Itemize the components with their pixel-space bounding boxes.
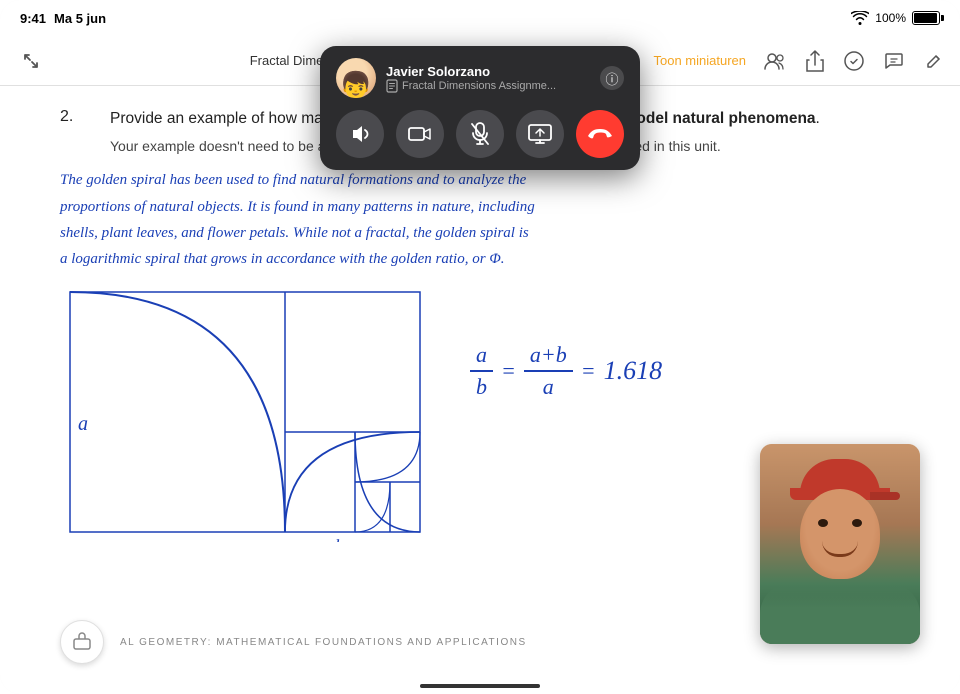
caller-info: Javier Solorzano Fractal Dimensions Assi… [386, 64, 590, 93]
golden-ratio-formula: a b = a+b a = 1.618 [470, 342, 900, 400]
speaker-button[interactable] [336, 110, 384, 158]
formula-area: a b = a+b a = 1.618 [470, 282, 900, 400]
edit-icon[interactable] [844, 51, 864, 71]
label-a-bottom: a [168, 536, 177, 542]
end-call-button[interactable] [576, 110, 624, 158]
self-camera [760, 444, 920, 644]
wifi-icon [851, 11, 869, 25]
handwritten-text: The golden spiral has been used to find … [60, 167, 900, 272]
date: Ma 5 jun [54, 11, 106, 26]
label-b-bottom: b [335, 536, 344, 542]
facetime-header: Javier Solorzano Fractal Dimensions Assi… [336, 58, 624, 98]
toolbar-left [16, 46, 46, 76]
battery-icon [912, 11, 940, 25]
mute-button[interactable] [456, 110, 504, 158]
home-indicator [420, 684, 540, 688]
footer-text: AL GEOMETRY: MATHEMATICAL FOUNDATIONS AN… [120, 637, 527, 648]
time: 9:41 [20, 11, 46, 26]
fibonacci-spiral: a a b [60, 282, 440, 542]
handwritten-area: The golden spiral has been used to find … [0, 167, 960, 272]
caller-avatar [336, 58, 376, 98]
eraser-button[interactable] [60, 620, 104, 664]
bubble-icon[interactable] [884, 51, 904, 71]
caller-name: Javier Solorzano [386, 64, 590, 79]
camera-button[interactable] [396, 110, 444, 158]
toolbar-right: Toon miniaturen [653, 50, 944, 72]
question-number: 2. [60, 106, 110, 157]
show-thumbnails-button[interactable]: Toon miniaturen [653, 53, 746, 68]
facetime-overlay: Javier Solorzano Fractal Dimensions Assi… [320, 46, 640, 170]
header-icons [764, 50, 944, 72]
facetime-info-button[interactable]: ⓘ [600, 66, 624, 90]
status-right: 100% [851, 11, 940, 25]
status-left: 9:41 Ma 5 jun [20, 11, 106, 26]
facetime-controls [336, 110, 624, 158]
people-icon[interactable] [764, 52, 786, 70]
doc-icon [386, 79, 398, 93]
battery-percentage: 100% [875, 11, 906, 25]
share-icon[interactable] [806, 50, 824, 72]
compose-icon[interactable] [924, 51, 944, 71]
spiral-container: a a b [60, 282, 440, 542]
collapse-button[interactable] [16, 46, 46, 76]
caller-document: Fractal Dimensions Assignme... [386, 79, 590, 93]
screen-share-button[interactable] [516, 110, 564, 158]
status-bar: 9:41 Ma 5 jun 100% [0, 0, 960, 36]
label-a-left: a [78, 413, 88, 435]
